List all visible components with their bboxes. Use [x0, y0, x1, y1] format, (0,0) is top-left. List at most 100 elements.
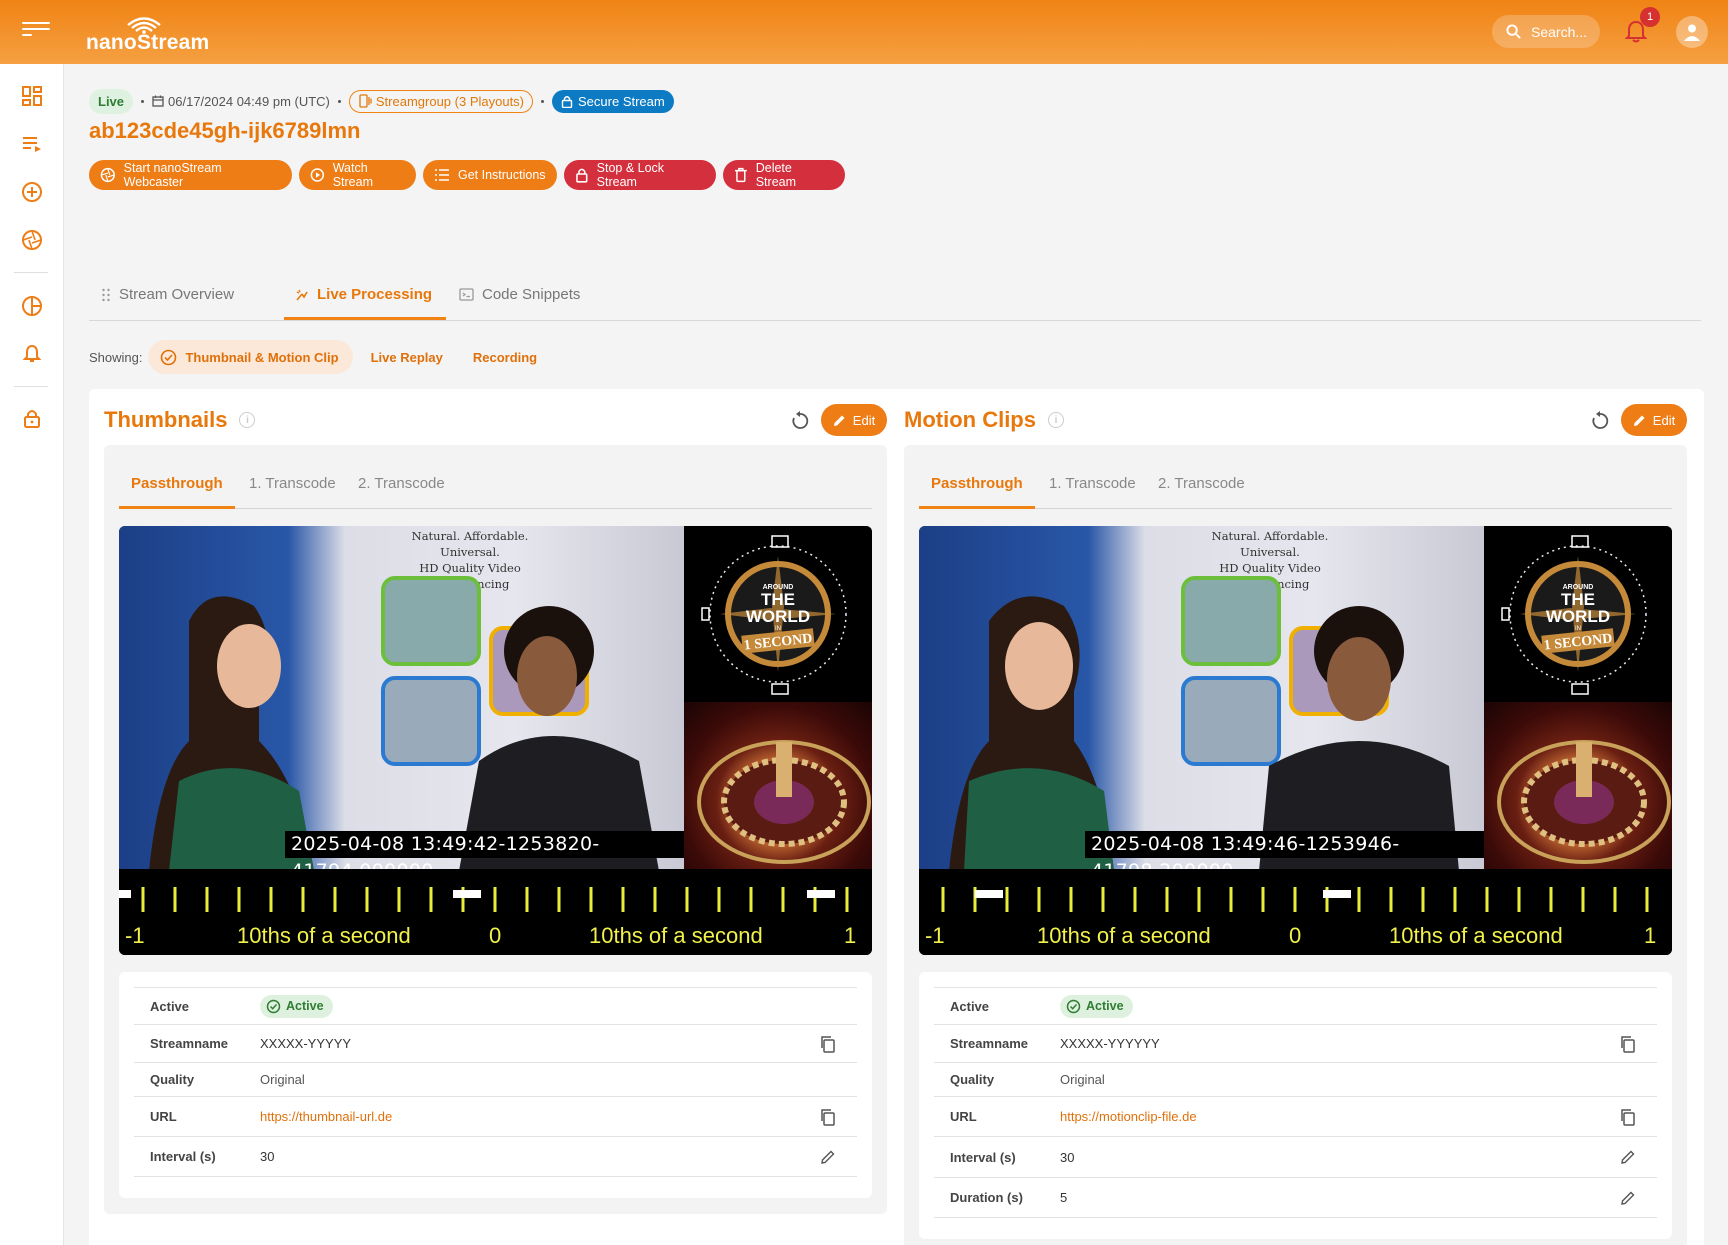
user-avatar[interactable] — [1676, 16, 1708, 48]
start-webcaster-button[interactable]: Start nanoStream Webcaster — [89, 160, 292, 190]
table-row: Streamname XXXXX-YYYYYY — [934, 1024, 1657, 1062]
showing-label: Showing: — [89, 349, 143, 365]
delete-stream-label: Delete Stream — [755, 161, 797, 189]
ruler-label-tenths: 10ths of a second — [1037, 923, 1211, 948]
globe-text-world: WORLD — [746, 607, 810, 626]
table-row: Quality Original — [934, 1062, 1657, 1096]
pencil-icon — [833, 415, 845, 426]
add-circle-icon — [22, 182, 42, 202]
row-value: Active — [1060, 994, 1133, 1018]
table-row: Streamname XXXXX-YYYYY — [134, 1024, 857, 1062]
sidebar-divider — [14, 272, 48, 273]
table-row: Interval (s) 30 — [134, 1136, 857, 1177]
row-key: Interval (s) — [950, 1149, 1016, 1165]
table-row: URL https://thumbnail-url.de — [134, 1096, 857, 1136]
row-value: Active — [260, 994, 333, 1018]
url-link[interactable]: https://thumbnail-url.de — [260, 1109, 392, 1124]
copy-icon[interactable] — [1619, 1035, 1637, 1053]
action-bar: Start nanoStream Webcaster Watch Stream … — [89, 160, 845, 190]
aperture-icon — [100, 167, 115, 183]
motion-clips-card: Motion Clips i Edit Passthrough 1. Trans… — [889, 389, 1687, 1245]
tab-code-snippets[interactable]: Code Snippets — [459, 286, 580, 303]
copy-icon[interactable] — [1619, 1108, 1637, 1126]
sidebar — [0, 64, 64, 1245]
sidebar-item-security[interactable] — [18, 404, 46, 432]
secure-stream-label: Secure Stream — [578, 93, 665, 109]
info-icon[interactable]: i — [239, 412, 256, 428]
pencil-icon[interactable] — [819, 1148, 837, 1166]
filter-recording[interactable]: Recording — [461, 350, 549, 365]
stream-meta: Live 06/17/2024 04:49 pm (UTC) Streamgro… — [89, 88, 674, 114]
processing-panel: Thumbnails i Edit Passthrough 1. Transco… — [89, 389, 1704, 1245]
list-icon — [435, 169, 449, 181]
subtab-transcode-2[interactable]: 2. Transcode — [358, 475, 445, 492]
url-link[interactable]: https://motionclip-file.de — [1060, 1109, 1197, 1124]
table-row: Active Active — [934, 987, 1657, 1024]
processing-icon — [296, 289, 308, 301]
globe-clock-graphic: AROUND THE WORLD IN 1 SECOND — [701, 535, 847, 695]
roulette-graphic — [1497, 740, 1671, 864]
subtab-passthrough[interactable]: Passthrough — [131, 475, 223, 492]
ruler-label-zero: 0 — [1289, 923, 1302, 948]
sidebar-item-analytics[interactable] — [18, 292, 46, 320]
playlist-icon — [23, 137, 41, 152]
watch-stream-button[interactable]: Watch Stream — [299, 160, 416, 190]
delete-stream-button[interactable]: Delete Stream — [723, 160, 845, 190]
sidebar-item-playlist[interactable] — [18, 130, 46, 158]
video-frame-roulette — [684, 702, 872, 869]
sidebar-item-add[interactable] — [18, 178, 46, 206]
video-frame-main: Natural. Affordable. Universal. HD Quali… — [919, 526, 1484, 882]
sidebar-item-webcaster[interactable] — [18, 226, 46, 254]
stream-datetime: 06/17/2024 04:49 pm (UTC) — [168, 93, 330, 109]
row-key: Active — [150, 998, 190, 1014]
sidebar-divider — [14, 386, 48, 387]
subtab-transcode-2[interactable]: 2. Transcode — [1158, 475, 1245, 492]
copy-icon[interactable] — [819, 1035, 837, 1053]
reset-icon[interactable] — [789, 410, 811, 432]
secure-stream-badge[interactable]: Secure Stream — [552, 89, 674, 113]
thumbnails-title-text: Thumbnails — [104, 407, 228, 432]
trash-icon — [734, 167, 747, 183]
menu-icon[interactable] — [22, 22, 50, 42]
row-value: 5 — [1060, 1190, 1068, 1205]
pencil-icon[interactable] — [1619, 1148, 1637, 1166]
motion-clip-preview: Natural. Affordable. Universal. HD Quali… — [919, 526, 1672, 955]
row-key: Streamname — [950, 1036, 1029, 1051]
table-row: Quality Original — [134, 1062, 857, 1096]
table-row: URL https://motionclip-file.de — [934, 1096, 1657, 1136]
ruler-label-tenths: 10ths of a second — [1389, 923, 1563, 948]
thumbnails-edit-button[interactable]: Edit — [821, 404, 887, 436]
motion-clips-inner: Passthrough 1. Transcode 2. Transcode Na… — [904, 445, 1687, 1245]
subtab-transcode-1[interactable]: 1. Transcode — [1049, 475, 1136, 492]
ruler-label-one: 1 — [844, 923, 857, 948]
filter-live-replay[interactable]: Live Replay — [359, 350, 455, 365]
stop-lock-stream-button[interactable]: Stop & Lock Stream — [564, 160, 716, 190]
globe-text-in: IN — [775, 626, 781, 632]
motion-clips-details-table: Active Active Streamname XXXXX-YYYYYY Qu… — [919, 972, 1672, 1239]
sidebar-item-dashboard[interactable] — [18, 82, 46, 110]
tab-stream-overview[interactable]: Stream Overview — [101, 286, 234, 303]
sidebar-item-alerts[interactable] — [18, 340, 46, 368]
globe-text-in: IN — [1575, 626, 1581, 632]
code-icon — [459, 288, 474, 301]
roulette-graphic — [697, 740, 871, 864]
filter-thumbnail-motion-clip[interactable]: Thumbnail & Motion Clip — [148, 340, 353, 374]
streamgroup-badge[interactable]: Streamgroup (3 Playouts) — [348, 89, 534, 113]
row-key: Streamname — [150, 1036, 229, 1051]
row-key: URL — [950, 1109, 977, 1124]
check-circle-icon — [161, 349, 177, 365]
motion-clips-title-text: Motion Clips — [904, 407, 1036, 432]
copy-icon[interactable] — [819, 1108, 837, 1126]
brand-logo[interactable]: nanoStream — [86, 14, 209, 54]
motion-clips-edit-button[interactable]: Edit — [1621, 404, 1687, 436]
pencil-icon[interactable] — [1619, 1189, 1637, 1207]
subtab-transcode-1[interactable]: 1. Transcode — [249, 475, 336, 492]
lock-icon — [561, 95, 573, 108]
search-input[interactable]: Search... — [1492, 15, 1600, 48]
get-instructions-button[interactable]: Get Instructions — [423, 160, 557, 190]
ruler-label-tenths: 10ths of a second — [589, 923, 763, 948]
reset-icon[interactable] — [1589, 410, 1611, 432]
subtab-passthrough[interactable]: Passthrough — [931, 475, 1023, 492]
tab-live-processing[interactable]: Live Processing — [295, 286, 432, 303]
info-icon[interactable]: i — [1047, 412, 1064, 428]
